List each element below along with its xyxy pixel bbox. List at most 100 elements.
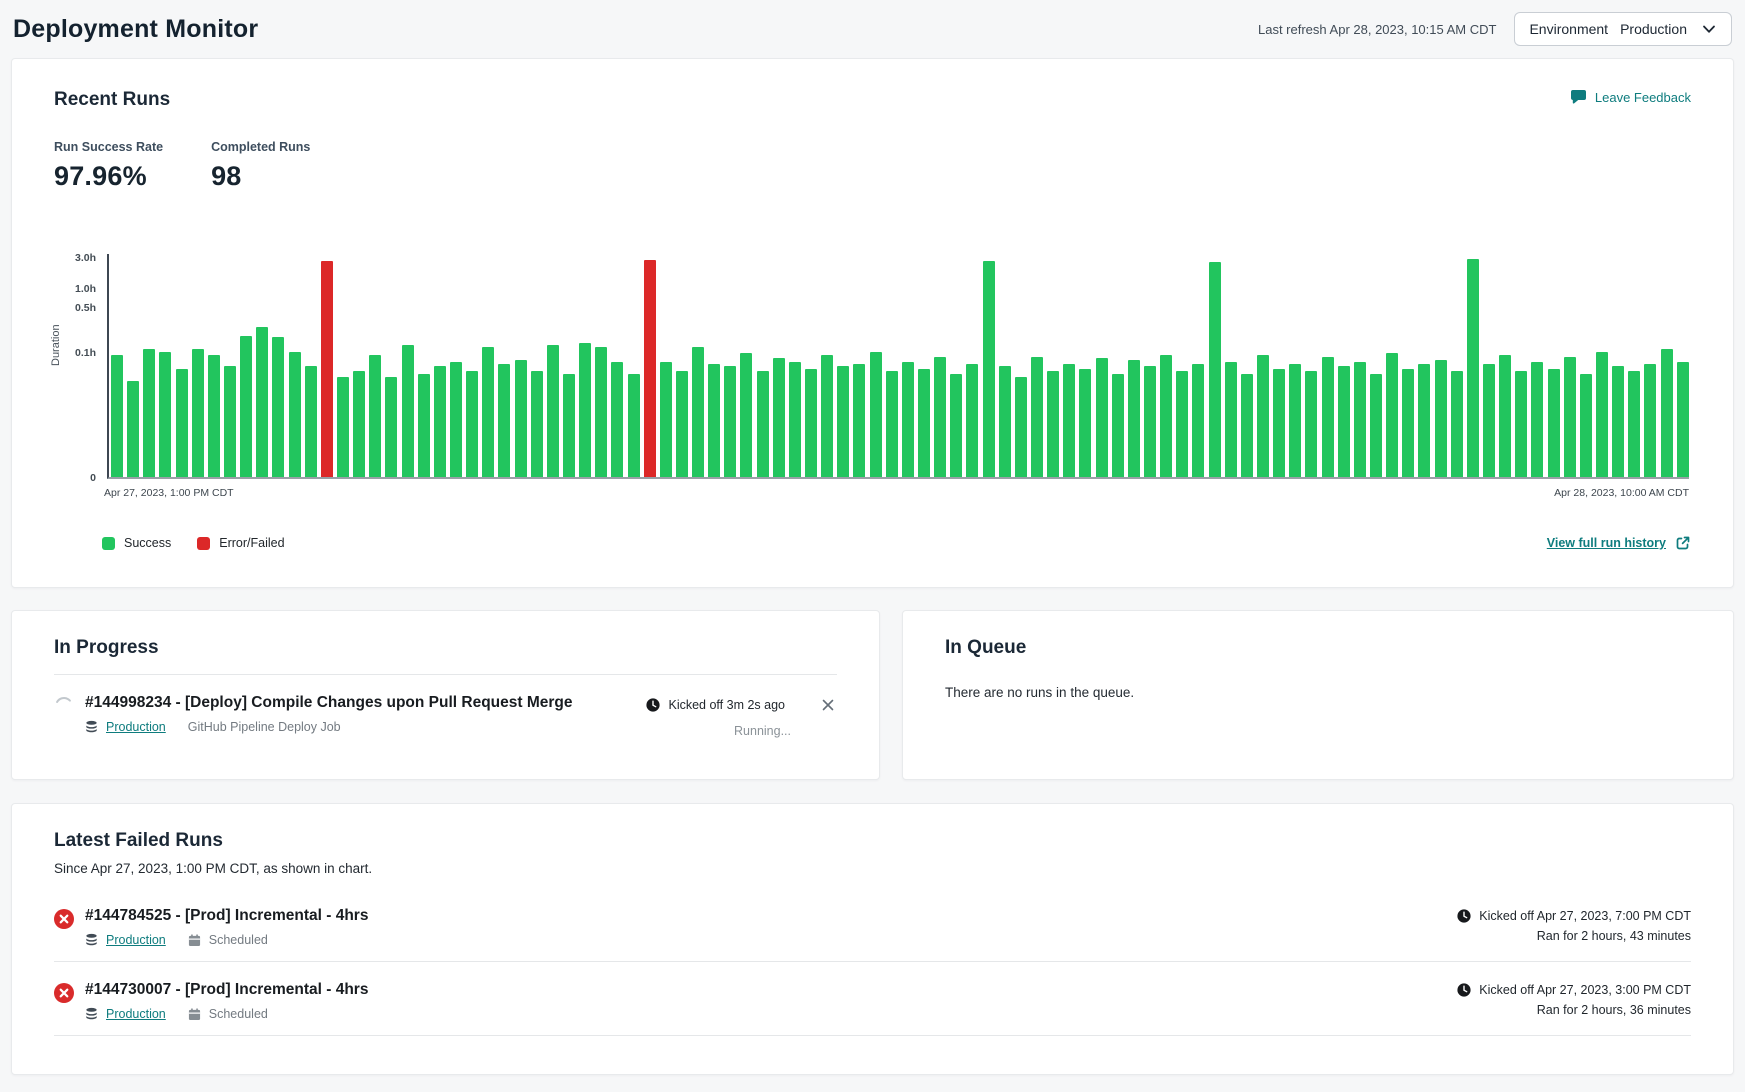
chart-bar[interactable] <box>934 357 946 477</box>
chart-bar[interactable] <box>450 362 462 477</box>
chart-bar[interactable] <box>1435 360 1447 477</box>
chart-bar[interactable] <box>1580 374 1592 477</box>
chart-bar[interactable] <box>902 362 914 477</box>
chart-bar[interactable] <box>1386 353 1398 477</box>
chart-bar[interactable] <box>1370 374 1382 477</box>
chart-bar[interactable] <box>1176 371 1188 477</box>
chart-bar[interactable] <box>886 371 898 477</box>
chart-bar[interactable] <box>1628 371 1640 477</box>
chart-bar[interactable] <box>1515 371 1527 477</box>
chart-bar[interactable] <box>418 374 430 477</box>
chart-bar[interactable] <box>644 260 656 477</box>
chart-bar[interactable] <box>321 261 333 477</box>
chart-bar[interactable] <box>724 366 736 477</box>
chart-bar[interactable] <box>224 366 236 477</box>
chart-bar[interactable] <box>434 366 446 477</box>
chart-bar[interactable] <box>176 369 188 477</box>
chart-bar[interactable] <box>628 374 640 477</box>
chart-bar[interactable] <box>999 366 1011 477</box>
chart-bar[interactable] <box>853 364 865 477</box>
chart-bar[interactable] <box>1047 371 1059 477</box>
chart-bar[interactable] <box>1402 369 1414 477</box>
chart-bar[interactable] <box>272 337 284 477</box>
chart-bar[interactable] <box>256 327 268 477</box>
chart-bar[interactable] <box>192 349 204 477</box>
chart-bar[interactable] <box>1661 349 1673 477</box>
chart-bar[interactable] <box>402 345 414 477</box>
chart-bar[interactable] <box>1612 366 1624 477</box>
chart-bar[interactable] <box>531 371 543 477</box>
chart-bar[interactable] <box>660 362 672 477</box>
chart-bar[interactable] <box>1209 262 1221 477</box>
chart-bar[interactable] <box>127 381 139 477</box>
chart-bar[interactable] <box>369 355 381 477</box>
chart-bar[interactable] <box>789 362 801 477</box>
chart-bar[interactable] <box>1063 364 1075 477</box>
chart-bar[interactable] <box>1467 259 1479 477</box>
chart-bar[interactable] <box>1112 374 1124 477</box>
chart-bar[interactable] <box>821 355 833 477</box>
chart-bar[interactable] <box>353 371 365 477</box>
chart-bar[interactable] <box>676 371 688 477</box>
chart-bar[interactable] <box>740 353 752 477</box>
chart-bar[interactable] <box>1644 364 1656 477</box>
chart-bar[interactable] <box>111 355 123 477</box>
chart-bar[interactable] <box>1354 362 1366 477</box>
chart-bar[interactable] <box>159 352 171 477</box>
chart-bar[interactable] <box>1015 377 1027 477</box>
chart-bar[interactable] <box>1596 352 1608 477</box>
chart-bar[interactable] <box>579 343 591 477</box>
failed-run-environment-link[interactable]: Production <box>106 933 166 947</box>
chart-bar[interactable] <box>1677 362 1689 477</box>
chart-bar[interactable] <box>1548 369 1560 477</box>
chart-bar[interactable] <box>708 364 720 477</box>
environment-dropdown[interactable]: Environment Production <box>1514 12 1732 46</box>
chart-bar[interactable] <box>482 347 494 477</box>
chart-bar[interactable] <box>611 362 623 477</box>
chart-bar[interactable] <box>1273 369 1285 477</box>
failed-run-environment-link[interactable]: Production <box>106 1007 166 1021</box>
leave-feedback-link[interactable]: Leave Feedback <box>1570 89 1691 105</box>
chart-bar[interactable] <box>692 347 704 477</box>
chart-bar[interactable] <box>1144 366 1156 477</box>
chart-bar[interactable] <box>805 369 817 477</box>
chart-bar[interactable] <box>289 352 301 477</box>
chart-bar[interactable] <box>240 336 252 477</box>
chart-bar[interactable] <box>337 377 349 477</box>
chart-bar[interactable] <box>1322 357 1334 477</box>
view-full-run-history-link[interactable]: View full run history <box>1547 535 1691 551</box>
chart-bar[interactable] <box>1531 362 1543 477</box>
chart-bar[interactable] <box>515 360 527 477</box>
chart-bar[interactable] <box>870 352 882 477</box>
chart-bar[interactable] <box>1257 355 1269 477</box>
chart-bar[interactable] <box>1160 355 1172 477</box>
chart-bar[interactable] <box>1096 358 1108 477</box>
chart-bar[interactable] <box>1483 364 1495 477</box>
chart-bar[interactable] <box>595 347 607 477</box>
cancel-run-icon[interactable] <box>819 696 837 714</box>
chart-bar[interactable] <box>143 349 155 477</box>
chart-bar[interactable] <box>837 366 849 477</box>
chart-bar[interactable] <box>983 261 995 477</box>
in-progress-environment-link[interactable]: Production <box>106 720 166 734</box>
chart-bar[interactable] <box>466 371 478 477</box>
chart-bar[interactable] <box>1305 371 1317 477</box>
chart-bar[interactable] <box>1031 357 1043 477</box>
chart-bar[interactable] <box>1079 369 1091 477</box>
chart-bar[interactable] <box>757 371 769 477</box>
chart-bar[interactable] <box>1289 364 1301 477</box>
chart-bar[interactable] <box>966 364 978 477</box>
chart-bar[interactable] <box>1451 371 1463 477</box>
chart-bar[interactable] <box>918 369 930 477</box>
chart-bar[interactable] <box>1564 357 1576 477</box>
chart-bar[interactable] <box>1499 355 1511 477</box>
chart-bar[interactable] <box>305 366 317 477</box>
chart-bar[interactable] <box>1128 360 1140 477</box>
chart-bar[interactable] <box>498 364 510 477</box>
chart-bar[interactable] <box>1241 374 1253 477</box>
chart-bar[interactable] <box>1338 366 1350 477</box>
chart-bar[interactable] <box>1418 364 1430 477</box>
chart-bar[interactable] <box>1192 364 1204 477</box>
chart-bar[interactable] <box>547 345 559 477</box>
chart-bar[interactable] <box>773 358 785 477</box>
